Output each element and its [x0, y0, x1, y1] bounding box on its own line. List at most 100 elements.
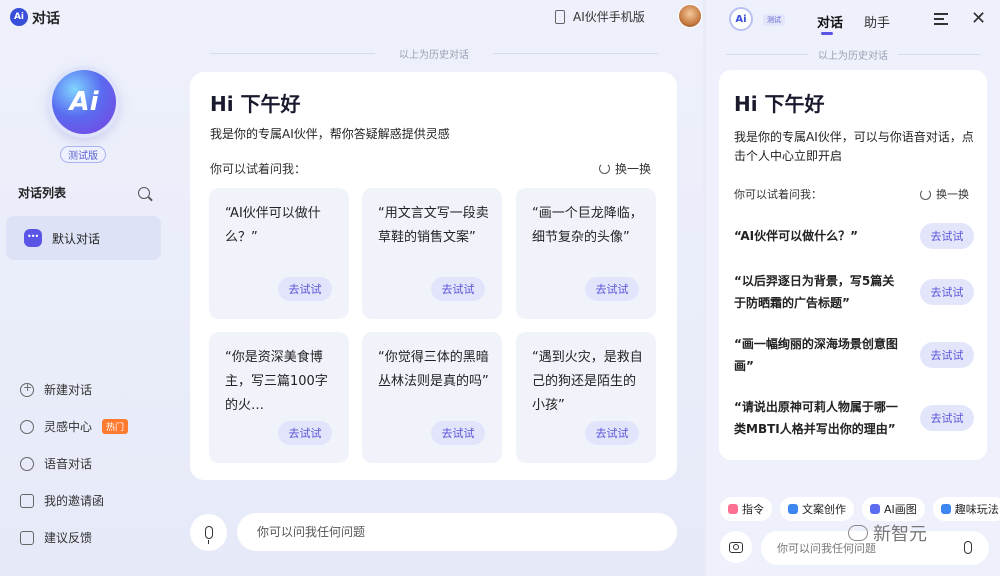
app-title: 对话 — [32, 11, 60, 27]
refresh-icon — [598, 163, 610, 174]
phone-icon — [555, 9, 565, 24]
menu-inspiration-center[interactable]: 灵感中心 热门 — [20, 408, 160, 445]
chip-label: 趣味玩法 — [954, 503, 999, 516]
image-icon — [870, 504, 880, 514]
suggestion-text: “你是资深美食博主，写三篇100字的火… — [225, 350, 328, 413]
hot-badge: 热门 — [102, 419, 129, 434]
chip-fun-play[interactable]: 趣味玩法 — [932, 497, 1000, 521]
plus-circle-icon — [20, 381, 34, 397]
refresh-button[interactable]: 换一换 — [598, 160, 651, 177]
microphone-icon[interactable] — [964, 541, 972, 554]
camera-button[interactable] — [720, 531, 752, 563]
mobile-version-label: AI伙伴手机版 — [573, 10, 645, 24]
greeting-title: Hi 下午好 — [210, 92, 301, 116]
user-avatar[interactable] — [678, 4, 702, 28]
ai-logo-icon: Ai — [52, 70, 116, 134]
mail-icon — [20, 493, 34, 508]
refresh-button[interactable]: 换一换 — [920, 186, 969, 202]
document-icon — [788, 504, 798, 514]
conversation-list-label: 对话列表 — [18, 186, 67, 200]
chip-copywriting[interactable]: 文案创作 — [780, 497, 854, 521]
try-button[interactable]: 去试试 — [278, 421, 332, 445]
greeting-card: Hi 下午好 我是你的专属AI伙伴，帮你答疑解惑提供灵感 你可以试着问我： 换一… — [190, 72, 677, 480]
try-button[interactable]: 去试试 — [920, 405, 974, 431]
suggestion-row: “以后羿逐日为背景，写5篇关于防晒霜的广告标题” 去试试 — [734, 270, 974, 314]
chip-label: 文案创作 — [802, 503, 846, 516]
beta-badge: 测试 — [763, 14, 785, 26]
chat-input[interactable] — [237, 513, 677, 551]
microphone-icon — [204, 526, 213, 544]
conversation-item-default[interactable]: 默认对话 — [6, 216, 161, 260]
suggestion-row: “画一幅绚丽的深海场景创意图画” 去试试 — [734, 333, 974, 377]
suggestion-text: “以后羿逐日为背景，写5篇关于防晒霜的广告标题” — [734, 274, 895, 310]
close-icon[interactable]: ✕ — [971, 8, 986, 29]
suggestion-card[interactable]: “画一个巨龙降临，细节复杂的头像” 去试试 — [516, 188, 656, 319]
menu-label: 语音对话 — [44, 457, 93, 471]
menu-feedback[interactable]: 建议反馈 — [20, 519, 160, 556]
refresh-label: 换一换 — [614, 162, 651, 176]
menu-label: 新建对话 — [44, 383, 93, 397]
bulb-icon — [20, 419, 34, 434]
headphones-icon — [20, 456, 34, 471]
quick-chips: 指令 文案创作 AI画图 趣味玩法 — [720, 497, 1000, 521]
suggestion-card[interactable]: “你是资深美食博主，写三篇100字的火… 去试试 — [209, 332, 349, 463]
suggestion-card[interactable]: “用文言文写一段卖草鞋的销售文案” 去试试 — [362, 188, 502, 319]
title-bar: Ai 对话 AI伙伴手机版 — [0, 0, 703, 34]
tab-chat[interactable]: 对话 — [817, 12, 843, 31]
greeting-intro: 我是你的专属AI伙伴，可以与你语音对话，点击个人中心立即开启 — [734, 130, 974, 163]
feedback-icon — [20, 530, 34, 545]
try-button[interactable]: 去试试 — [278, 277, 332, 301]
mobile-version-button[interactable]: AI伙伴手机版 — [555, 8, 645, 25]
try-button[interactable]: 去试试 — [431, 277, 485, 301]
suggestion-card[interactable]: “AI伙伴可以做什么？” 去试试 — [209, 188, 349, 319]
active-tab-indicator — [821, 32, 833, 35]
try-button[interactable]: 去试试 — [431, 421, 485, 445]
menu-invitations[interactable]: 我的邀请函 — [20, 482, 160, 519]
suggestion-text: “你觉得三体的黑暗丛林法则是真的吗” — [378, 350, 489, 389]
conversation-list-header: 对话列表 — [18, 184, 150, 201]
suggestion-card[interactable]: “遇到火灾，是救自己的狗还是陌生的小孩” 去试试 — [516, 332, 656, 463]
tab-assistant[interactable]: 助手 — [864, 12, 890, 31]
suggestion-row: “请说出原神可莉人物属于哪一类MBTI人格并写出你的理由” 去试试 — [734, 396, 974, 440]
suggestion-text: “画一幅绚丽的深海场景创意图画” — [734, 337, 898, 373]
suggestion-row: “AI伙伴可以做什么？” 去试试 — [734, 223, 974, 249]
assistant-side-panel: Ai 测试 对话 助手 ✕ 以上为历史对话 Hi 下午好 我是你的专属AI伙伴，… — [706, 0, 1000, 576]
conversation-label: 默认对话 — [52, 231, 101, 246]
chip-command[interactable]: 指令 — [720, 497, 772, 521]
suggestion-text: “AI伙伴可以做什么？” — [734, 229, 858, 243]
chat-main: 以上为历史对话 Hi 下午好 我是你的专属AI伙伴，帮你答疑解惑提供灵感 你可以… — [165, 34, 703, 576]
sidebar-menu: 新建对话 灵感中心 热门 语音对话 我的邀请函 建议反馈 — [20, 371, 160, 556]
suggestion-card[interactable]: “你觉得三体的黑暗丛林法则是真的吗” 去试试 — [362, 332, 502, 463]
chat-bubble-icon — [24, 229, 42, 247]
try-asking-label: 你可以试着问我： — [734, 188, 822, 201]
brand-watermark: 新智元 — [848, 520, 927, 546]
try-button[interactable]: 去试试 — [920, 279, 974, 305]
menu-label: 建议反馈 — [44, 531, 93, 545]
search-icon[interactable] — [138, 186, 150, 199]
app-logo-icon: Ai — [10, 8, 28, 26]
chip-label: 指令 — [742, 503, 764, 516]
try-button[interactable]: 去试试 — [920, 223, 974, 249]
chip-ai-drawing[interactable]: AI画图 — [862, 497, 925, 521]
menu-voice-chat[interactable]: 语音对话 — [20, 445, 160, 482]
greeting-intro: 我是你的专属AI伙伴，帮你答疑解惑提供灵感 — [210, 127, 450, 141]
refresh-label: 换一换 — [936, 188, 969, 201]
greeting-card: Hi 下午好 我是你的专属AI伙伴，可以与你语音对话，点击个人中心立即开启 你可… — [719, 70, 987, 460]
try-asking-label: 你可以试着问我： — [210, 162, 307, 176]
voice-input-button[interactable] — [190, 514, 227, 551]
try-button[interactable]: 去试试 — [920, 342, 974, 368]
sidebar: Ai 测试版 对话列表 默认对话 新建对话 灵感中心 热门 语音对话 — [0, 34, 165, 576]
app-window: Ai 对话 AI伙伴手机版 Ai 测试版 对话列表 默认对话 新建对话 灵感中心 — [0, 0, 703, 576]
menu-new-conversation[interactable]: 新建对话 — [20, 371, 160, 408]
try-button[interactable]: 去试试 — [585, 421, 639, 445]
suggestion-text: “AI伙伴可以做什么？” — [225, 206, 321, 245]
refresh-icon — [920, 188, 931, 200]
chip-label: AI画图 — [884, 503, 917, 516]
suggestion-text: “请说出原神可莉人物属于哪一类MBTI人格并写出你的理由” — [734, 400, 898, 436]
menu-icon[interactable] — [934, 13, 948, 25]
greeting-title: Hi 下午好 — [734, 92, 825, 116]
suggestion-text: “画一个巨龙降临，细节复杂的头像” — [532, 206, 643, 245]
try-button[interactable]: 去试试 — [585, 277, 639, 301]
smile-icon — [940, 504, 951, 514]
history-divider: 以上为历史对话 — [165, 46, 703, 61]
